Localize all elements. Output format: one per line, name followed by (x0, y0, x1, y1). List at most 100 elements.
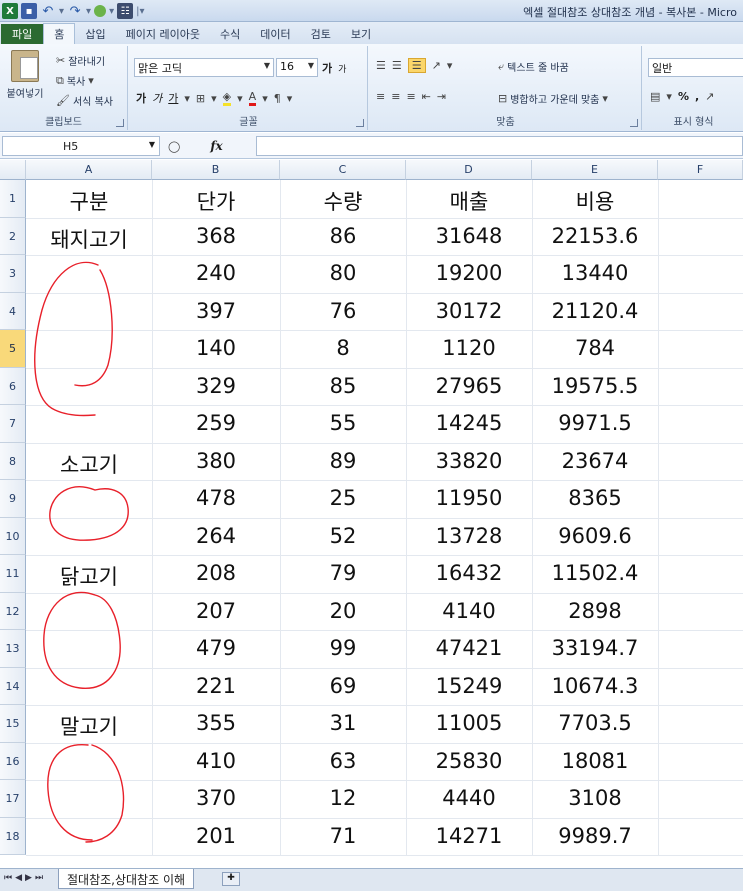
table-cell[interactable]: 76 (280, 299, 406, 331)
table-cell[interactable]: 8365 (532, 486, 658, 518)
row-header[interactable]: 11 (0, 555, 26, 593)
column-header[interactable]: E (532, 160, 658, 180)
align-bottom-icon[interactable]: ☰ (407, 58, 426, 73)
row-header[interactable]: 13 (0, 630, 26, 668)
ribbon-tab[interactable]: 수식 (210, 24, 250, 44)
table-cell[interactable]: 23674 (532, 449, 658, 481)
column-header[interactable]: F (658, 160, 743, 180)
table-cell[interactable]: 370 (152, 786, 280, 818)
wrap-text-button[interactable]: ⤶ 텍스트 줄 바꿈 (498, 58, 569, 75)
row-header[interactable]: 7 (0, 405, 26, 443)
percent-button[interactable]: % (678, 90, 689, 103)
spreadsheet-grid[interactable]: A B C D E F 1 구분 단가 수량 매출 비용 2 돼지고기 368 86 31648 22153.6 3… (0, 160, 743, 868)
row-header[interactable]: 6 (0, 367, 26, 405)
currency-dropdown-icon[interactable]: ▾ (666, 90, 672, 103)
font-color-icon[interactable]: A (248, 90, 257, 106)
row-header[interactable]: 5 (0, 330, 26, 368)
table-cell[interactable]: 매출 (406, 186, 532, 218)
table-cell[interactable]: 7703.5 (532, 711, 658, 743)
table-cell[interactable]: 4140 (406, 599, 532, 631)
border-dropdown-icon[interactable]: ▾ (211, 92, 217, 105)
table-cell[interactable]: 19200 (406, 261, 532, 293)
italic-button[interactable]: 가 (152, 90, 162, 106)
table-cell[interactable]: 수량 (280, 186, 406, 218)
table-cell[interactable]: 140 (152, 336, 280, 368)
copy-button[interactable]: ⧉ 복사 ▾ (56, 72, 94, 89)
table-cell[interactable]: 368 (152, 224, 280, 256)
table-cell[interactable]: 9609.6 (532, 524, 658, 556)
sheet-tab[interactable]: 절대참조,상대참조 이해 (58, 869, 195, 889)
table-cell[interactable]: 31648 (406, 224, 532, 256)
undo-dropdown-icon[interactable]: ▾ (59, 6, 64, 17)
table-cell[interactable]: 80 (280, 261, 406, 293)
ribbon-tab[interactable]: 삽입 (75, 24, 115, 44)
font-name-combo[interactable]: 맑은 고딕 ▼ (134, 58, 274, 77)
border-icon[interactable]: ⊞ (196, 92, 205, 105)
table-cell[interactable]: 11005 (406, 711, 532, 743)
table-cell[interactable] (26, 824, 152, 856)
align-top-icon[interactable]: ☰ (376, 59, 386, 72)
row-header[interactable]: 1 (0, 180, 26, 218)
font-launcher-icon[interactable] (356, 119, 364, 127)
table-cell[interactable]: 85 (280, 374, 406, 406)
table-cell[interactable]: 4440 (406, 786, 532, 818)
table-cell[interactable]: 14245 (406, 411, 532, 443)
align-middle-icon[interactable]: ☰ (392, 59, 402, 72)
table-cell[interactable]: 208 (152, 561, 280, 593)
ribbon-tab[interactable]: 파일 (1, 24, 44, 44)
table-cell[interactable]: 돼지고기 (26, 224, 152, 256)
fill-color-icon[interactable]: ◈ (222, 90, 232, 106)
insert-function-button[interactable]: fx (210, 139, 222, 153)
table-cell[interactable]: 3108 (532, 786, 658, 818)
merge-center-button[interactable]: ⊟ 병합하고 가운데 맞춤 ▾ (498, 90, 608, 107)
table-cell[interactable]: 71 (280, 824, 406, 856)
table-cell[interactable]: 18081 (532, 749, 658, 781)
table-cell[interactable]: 소고기 (26, 449, 152, 481)
clipboard-launcher-icon[interactable] (116, 119, 124, 127)
table-cell[interactable]: 구분 (26, 186, 152, 218)
paste-button[interactable]: 붙여넣기 (4, 50, 46, 112)
expand-icon[interactable]: ◯ (168, 140, 180, 153)
table-cell[interactable] (26, 636, 152, 668)
table-cell[interactable]: 2898 (532, 599, 658, 631)
row-header[interactable]: 2 (0, 217, 26, 255)
number-format-combo[interactable]: 일반 (648, 58, 743, 77)
row-header[interactable]: 18 (0, 817, 26, 855)
table-cell[interactable] (26, 411, 152, 443)
cut-button[interactable]: ✂ 잘라내기 (56, 52, 105, 69)
row-header[interactable]: 10 (0, 517, 26, 555)
table-cell[interactable]: 비용 (532, 186, 658, 218)
table-cell[interactable]: 16432 (406, 561, 532, 593)
orientation-icon[interactable]: ↗ (432, 59, 441, 72)
orientation-dropdown-icon[interactable]: ▾ (447, 59, 453, 72)
table-cell[interactable]: 9989.7 (532, 824, 658, 856)
row-header[interactable]: 9 (0, 480, 26, 518)
table-cell[interactable]: 240 (152, 261, 280, 293)
copy-dropdown-icon[interactable]: ▾ (88, 74, 94, 87)
table-cell[interactable]: 69 (280, 674, 406, 706)
table-cell[interactable]: 479 (152, 636, 280, 668)
save-icon[interactable]: ▪ (21, 3, 37, 19)
underline-button[interactable]: 가 (168, 90, 178, 106)
table-cell[interactable]: 20 (280, 599, 406, 631)
row-header[interactable]: 16 (0, 742, 26, 780)
table-cell[interactable]: 말고기 (26, 711, 152, 743)
currency-icon[interactable]: ▤ (650, 90, 660, 103)
table-cell[interactable]: 19575.5 (532, 374, 658, 406)
ribbon-tab[interactable]: 보기 (341, 24, 381, 44)
table-cell[interactable] (26, 261, 152, 293)
align-left-icon[interactable]: ≡ (376, 90, 385, 103)
table-cell[interactable]: 12 (280, 786, 406, 818)
underline-dropdown-icon[interactable]: ▾ (184, 92, 190, 105)
formula-input[interactable] (256, 136, 743, 156)
redo-icon[interactable]: ↷ (67, 3, 83, 19)
select-all-corner[interactable] (0, 160, 26, 180)
ribbon-tab[interactable]: 데이터 (250, 24, 300, 44)
excel-app-icon[interactable]: X (2, 3, 18, 19)
table-cell[interactable]: 784 (532, 336, 658, 368)
table-cell[interactable]: 99 (280, 636, 406, 668)
table-cell[interactable]: 22153.6 (532, 224, 658, 256)
table-cell[interactable]: 27965 (406, 374, 532, 406)
table-cell[interactable]: 33820 (406, 449, 532, 481)
row-header[interactable]: 3 (0, 255, 26, 293)
